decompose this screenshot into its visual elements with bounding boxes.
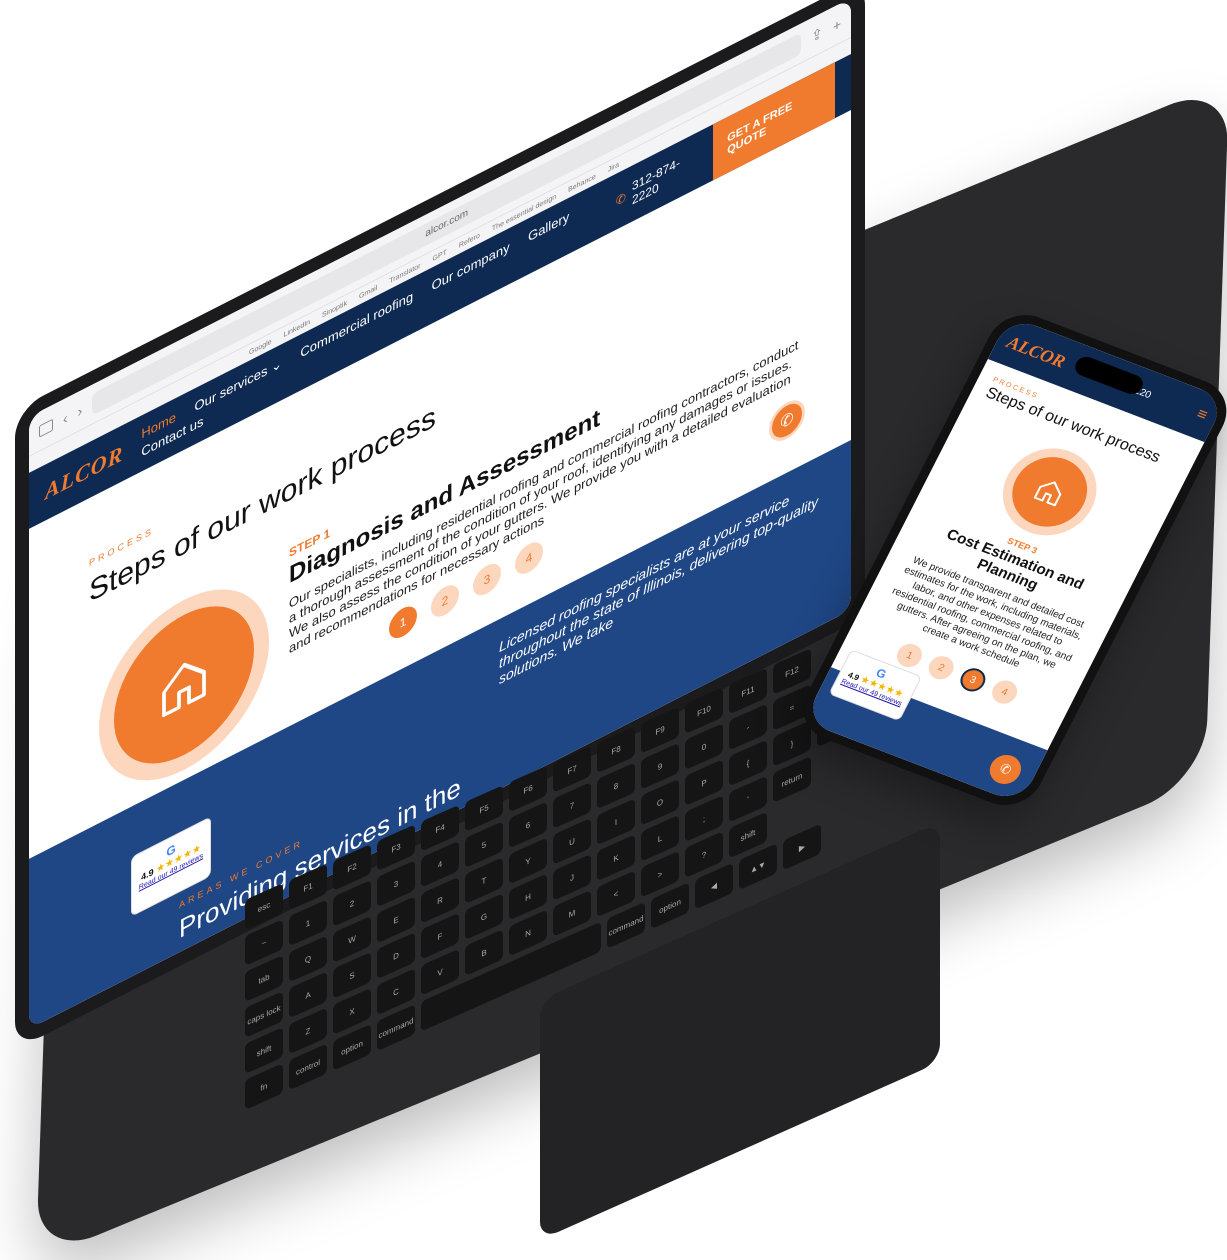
- hamburger-menu-icon[interactable]: ≡: [1193, 406, 1210, 425]
- house-icon: [1033, 481, 1062, 507]
- nav-gallery[interactable]: Gallery: [528, 209, 569, 245]
- phone-icon: ✆: [997, 760, 1015, 778]
- mobile-logo[interactable]: ALCOR: [1003, 332, 1069, 372]
- share-icon[interactable]: ⇪: [811, 23, 823, 46]
- phone-icon: ✆: [615, 189, 626, 209]
- mobile-step-dot-3[interactable]: 3: [956, 664, 990, 695]
- step-dot-2[interactable]: 2: [431, 579, 459, 623]
- new-tab-icon[interactable]: +: [833, 15, 841, 35]
- step-dot-4[interactable]: 4: [515, 536, 543, 580]
- mobile-step-circle: [999, 446, 1100, 538]
- forward-icon[interactable]: ›: [78, 401, 83, 419]
- sidebar-icon[interactable]: [39, 418, 53, 438]
- mobile-step-dot-4[interactable]: 4: [987, 677, 1022, 708]
- step-dot-3[interactable]: 3: [473, 558, 501, 601]
- phone-icon: ✆: [780, 409, 794, 434]
- step-dot-1[interactable]: 1: [389, 601, 417, 644]
- back-icon[interactable]: ‹: [63, 409, 68, 427]
- bookmark[interactable]: Jira: [608, 161, 619, 174]
- mobile-step-dot-2[interactable]: 2: [924, 652, 958, 683]
- house-icon: [162, 662, 206, 718]
- mobile-step-illustration: [987, 435, 1113, 549]
- mobile-step-dot-1[interactable]: 1: [892, 640, 927, 671]
